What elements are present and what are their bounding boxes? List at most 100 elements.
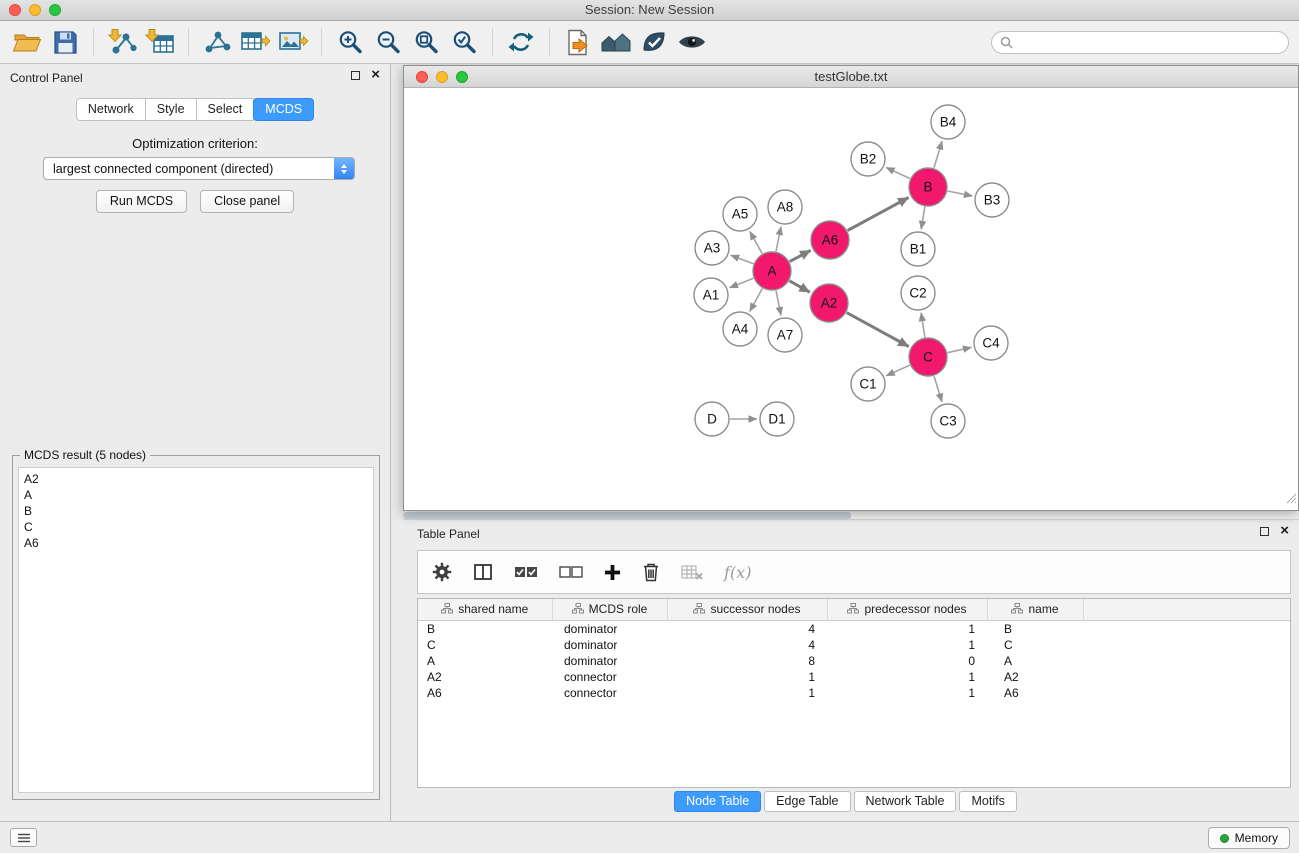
show-panels-button[interactable] xyxy=(10,828,37,847)
graph-edge-B-B4[interactable] xyxy=(934,141,942,168)
graph-edge-A6-B[interactable] xyxy=(848,198,909,231)
export-network-button[interactable] xyxy=(561,24,595,60)
graph-node-A2[interactable]: A2 xyxy=(810,284,848,322)
open-session-button[interactable] xyxy=(10,24,44,60)
graph-edge-A-A5[interactable] xyxy=(750,231,762,253)
graph-edge-B-B3[interactable] xyxy=(948,191,973,196)
zoom-window-button[interactable] xyxy=(49,4,61,16)
graph-edge-C-C1[interactable] xyxy=(886,365,910,376)
import-network-file-button[interactable] xyxy=(105,24,139,60)
minimize-network-window-button[interactable] xyxy=(436,71,448,83)
graph-node-C1[interactable]: C1 xyxy=(851,367,885,401)
mcds-result-item[interactable]: A6 xyxy=(24,535,368,551)
graph-edge-A2-C[interactable] xyxy=(847,313,909,347)
apply-check-button[interactable] xyxy=(637,24,671,60)
graph-edge-A-A6[interactable] xyxy=(790,250,811,261)
show-hide-button[interactable] xyxy=(675,24,709,60)
table-row[interactable]: A6connector11A6 xyxy=(418,685,1290,701)
import-table-file-button[interactable] xyxy=(143,24,177,60)
add-row-button[interactable] xyxy=(604,564,621,581)
mcds-result-item[interactable]: A2 xyxy=(24,471,368,487)
graph-node-A3[interactable]: A3 xyxy=(695,231,729,265)
minimize-window-button[interactable] xyxy=(29,4,41,16)
tab-mcds[interactable]: MCDS xyxy=(253,98,314,121)
graph-node-C[interactable]: C xyxy=(909,338,947,376)
close-panel-icon[interactable]: × xyxy=(371,69,380,81)
graph-node-B[interactable]: B xyxy=(909,168,947,206)
graph-edge-A-A3[interactable] xyxy=(731,255,754,264)
graph-edge-A-A2[interactable] xyxy=(789,281,809,292)
tab-node-table[interactable]: Node Table xyxy=(674,791,761,812)
graph-node-A[interactable]: A xyxy=(753,252,791,290)
mcds-result-item[interactable]: B xyxy=(24,503,368,519)
graph-edge-A-A1[interactable] xyxy=(730,278,754,287)
search-input[interactable] xyxy=(1018,34,1288,52)
column-header-successor-nodes[interactable]: successor nodes xyxy=(667,599,827,620)
graph-node-A1[interactable]: A1 xyxy=(694,278,728,312)
graph-edge-A-A7[interactable] xyxy=(776,291,781,316)
tab-edge-table[interactable]: Edge Table xyxy=(764,791,850,812)
graph-node-B2[interactable]: B2 xyxy=(851,142,885,176)
graph-edge-C-C3[interactable] xyxy=(934,376,942,402)
delete-row-button[interactable] xyxy=(642,562,660,582)
graph-node-C4[interactable]: C4 xyxy=(974,326,1008,360)
graph-node-C3[interactable]: C3 xyxy=(931,404,965,438)
new-network-button[interactable] xyxy=(200,24,234,60)
resize-grip[interactable] xyxy=(1286,491,1297,509)
graph-node-B4[interactable]: B4 xyxy=(931,105,965,139)
tab-style[interactable]: Style xyxy=(145,98,197,121)
search-box[interactable] xyxy=(991,31,1289,54)
tab-network-table[interactable]: Network Table xyxy=(854,791,957,812)
select-all-button[interactable] xyxy=(514,565,538,579)
table-row[interactable]: Adominator80A xyxy=(418,653,1290,669)
graph-edge-C-C2[interactable] xyxy=(921,313,925,337)
column-header-mcds-role[interactable]: MCDS role xyxy=(552,599,667,620)
graph-edge-A-A4[interactable] xyxy=(750,289,763,312)
run-mcds-button[interactable]: Run MCDS xyxy=(96,190,187,213)
graph-node-A7[interactable]: A7 xyxy=(768,318,802,352)
zoom-in-button[interactable] xyxy=(333,24,367,60)
deselect-all-button[interactable] xyxy=(559,565,583,579)
window-titlebar[interactable]: Session: New Session xyxy=(0,0,1299,21)
table-settings-button[interactable] xyxy=(432,562,452,582)
export-image-button[interactable] xyxy=(276,24,310,60)
graph-node-C2[interactable]: C2 xyxy=(901,276,935,310)
mcds-result-item[interactable]: C xyxy=(24,519,368,535)
mcds-result-list[interactable]: A2ABCA6 xyxy=(18,467,374,793)
refresh-view-button[interactable] xyxy=(504,24,538,60)
graph-edge-A-A8[interactable] xyxy=(776,227,781,252)
scrollbar-thumb[interactable] xyxy=(403,512,851,519)
tab-select[interactable]: Select xyxy=(196,98,255,121)
criterion-dropdown[interactable]: largest connected component (directed) xyxy=(43,157,355,180)
home-view-button[interactable] xyxy=(599,24,633,60)
graph-node-A4[interactable]: A4 xyxy=(723,312,757,346)
close-network-window-button[interactable] xyxy=(416,71,428,83)
network-window-titlebar[interactable]: testGlobe.txt xyxy=(404,66,1298,88)
close-window-button[interactable] xyxy=(9,4,21,16)
float-table-panel-icon[interactable] xyxy=(1260,527,1269,536)
tab-network[interactable]: Network xyxy=(76,98,146,121)
network-canvas[interactable]: B4 B2 B B3 A5 A8 A6 B1 A3 A C2 A1 A2 A4 A7 C1 C C4 C3 D D1 xyxy=(404,88,1298,510)
graph-edge-C-C4[interactable] xyxy=(948,347,972,352)
column-header-name[interactable]: name xyxy=(987,599,1083,620)
graph-node-D[interactable]: D xyxy=(695,402,729,436)
float-panel-icon[interactable] xyxy=(351,71,360,80)
network-graph[interactable]: B4 B2 B B3 A5 A8 A6 B1 A3 A C2 A1 A2 A4 A7 C1 C C4 C3 D D1 xyxy=(404,88,1298,510)
zoom-selected-button[interactable] xyxy=(447,24,481,60)
add-column-button[interactable] xyxy=(473,563,493,581)
column-header-predecessor-nodes[interactable]: predecessor nodes xyxy=(827,599,987,620)
close-panel-button[interactable]: Close panel xyxy=(200,190,294,213)
column-header-shared-name[interactable]: shared name xyxy=(418,599,552,620)
zoom-out-button[interactable] xyxy=(371,24,405,60)
graph-edge-B-B2[interactable] xyxy=(886,168,910,179)
graph-node-A5[interactable]: A5 xyxy=(723,197,757,231)
zoom-fit-button[interactable] xyxy=(409,24,443,60)
graph-node-B1[interactable]: B1 xyxy=(901,232,935,266)
export-table-button[interactable] xyxy=(238,24,272,60)
zoom-network-window-button[interactable] xyxy=(456,71,468,83)
graph-node-A8[interactable]: A8 xyxy=(768,190,802,224)
function-builder-button[interactable]: f(x) xyxy=(724,563,751,582)
graph-node-D1[interactable]: D1 xyxy=(760,402,794,436)
graph-node-A6[interactable]: A6 xyxy=(811,221,849,259)
graph-node-B3[interactable]: B3 xyxy=(975,183,1009,217)
